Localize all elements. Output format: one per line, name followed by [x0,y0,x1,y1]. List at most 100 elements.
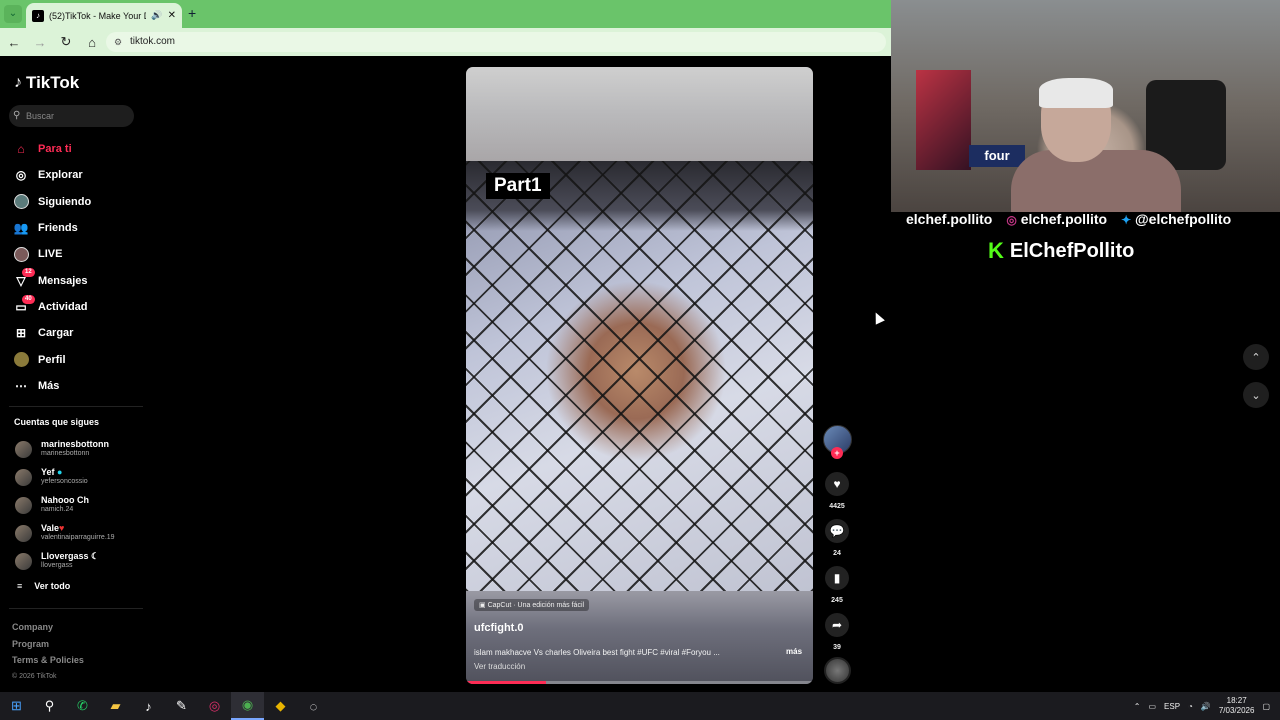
account-item[interactable]: Vale♥ valentinaiparraguirre.19 [0,519,150,547]
search-taskbar-icon[interactable]: ⚲ [33,692,66,720]
nav-item-perfil[interactable]: Perfil [0,346,150,372]
account-handle: namich.24 [41,506,74,513]
home-browser-icon[interactable]: ⌂ [80,35,104,50]
nav-item-live[interactable]: LIVE [0,241,150,267]
capcut-text: CapCut · Una edición más fácil [487,602,585,609]
more-button[interactable]: más [786,647,802,656]
account-handle: marinesbottonn [41,450,90,457]
account-item[interactable]: Llovergass ☾ llovergass [0,547,150,575]
tiktok-app-icon[interactable]: ♪ [132,692,165,720]
social-tiktok: elchef.pollito [906,211,992,227]
nav-label: Explorar [38,169,83,182]
account-handle: llovergass [41,562,73,569]
chrome-icon[interactable]: ◉ [231,692,264,720]
tab-title: (52)TikTok - Make Your Day [49,10,146,21]
scroll-up-button[interactable]: ⌃ [1243,344,1269,370]
windows-start-icon[interactable]: ⊞ [0,692,33,720]
scroll-down-button[interactable]: ⌄ [1243,382,1269,408]
account-handle: yefersoncossio [41,478,88,485]
verified-icon: ● [57,467,63,477]
home-icon: ⌂ [17,142,25,157]
pen-app-icon[interactable]: ✎ [165,692,198,720]
stream-socials: elchef.pollito ◎ elchef.pollito ✦ @elche… [891,209,1280,229]
notifications-icon[interactable]: ▢ [1262,702,1270,711]
forward-icon[interactable]: → [28,35,52,50]
nav-item-mensajes[interactable]: ▽ 12 Mensajes [0,267,150,293]
save-button[interactable]: ▮ [825,566,849,590]
video-caption-area: ▣ CapCut · Una edición más fácil ufcfigh… [466,591,813,684]
tiktok-logo[interactable]: ♪ TikTok [14,73,79,93]
nav-item-para-ti[interactable]: ⌂ Para ti [0,136,150,162]
avatar [15,440,32,458]
language-indicator[interactable]: ESP [1164,702,1180,711]
music-disc-icon[interactable] [824,657,851,684]
following-list: marinesbottonn marinesbottonn Yef ● yefers… [0,435,150,597]
file-explorer-icon[interactable]: ▰ [99,692,132,720]
nav-label: Mensajes [38,274,88,287]
account-name: marinesbottonn [41,439,110,449]
brand-name: ElChefPollito [1009,239,1135,262]
url-field[interactable]: ⚙ tiktok.com [106,32,886,52]
bookmark-icon: ▮ [833,571,841,585]
compass-icon: ◎ [15,168,27,183]
app-icon[interactable]: ◆ [264,692,297,720]
nav-label: Actividad [38,300,88,313]
site-info-icon[interactable]: ⚙ [114,32,122,52]
search-input[interactable]: ⚲ Buscar [9,105,134,127]
video-progress-bar[interactable] [466,681,813,684]
reload-icon[interactable]: ↻ [54,34,78,50]
nav-label: Cargar [38,327,74,340]
account-item[interactable]: Yef ● yefersoncossio [0,463,150,491]
account-item[interactable]: Nahooo Ch namich.24 [0,491,150,519]
video-player[interactable]: Part1 ▣ CapCut · Una edición más fácil u… [466,67,813,684]
footer-link-terms[interactable]: Terms & Policies [12,652,84,669]
see-all-button[interactable]: ≡ Ver todo [0,575,150,597]
clock-date: 7/03/2026 [1218,706,1255,715]
close-tab-icon[interactable]: ✕ [168,10,176,21]
instagram-app-icon[interactable]: ◎ [198,692,231,720]
nav-label: LIVE [38,248,63,261]
nav-item-cargar[interactable]: ⊞ Cargar [0,320,150,346]
main-nav: ⌂ Para ti ◎ Explorar Siguiendo 👥 Friends… [0,136,150,399]
footer-link-company[interactable]: Company [12,619,84,636]
volume-icon[interactable]: 🔊 [1201,702,1211,711]
network-icon[interactable]: ▭ [1148,702,1156,711]
comment-button[interactable]: 💬 [825,519,849,543]
nav-item-explorar[interactable]: ◎ Explorar [0,162,150,188]
search-icon: ⚲ [13,110,21,121]
capcut-icon: ▣ [479,602,486,609]
speaker-icon[interactable]: 🔊 [151,10,162,21]
account-item[interactable]: marinesbottonn marinesbottonn [0,435,150,463]
browser-tab-bar: ⌄ ♪ (52)TikTok - Make Your Day 🔊 ✕ + [0,0,891,28]
profile-icon [13,352,29,368]
capcut-tag[interactable]: ▣ CapCut · Una edición más fácil [474,599,590,611]
part-label: Part1 [486,173,550,199]
translate-link[interactable]: Ver traducción [474,662,525,671]
wifi-icon[interactable]: ◔ [1188,702,1193,711]
video-frame: Part1 [466,161,813,591]
share-button[interactable]: ➦ [825,613,849,637]
search-placeholder: Buscar [26,111,55,121]
nav-item-friends[interactable]: 👥 Friends [0,215,150,241]
logo-text: TikTok [26,73,80,92]
avatar [15,468,32,486]
webcam-overlay: four [891,0,1280,212]
windows-taskbar: ⊞ ⚲ ✆ ▰ ♪ ✎ ◎ ◉ ◆ ◌ ⌃ ▭ ESP ◔ 🔊 18:27 7/0… [0,692,1280,720]
tab-search-icon[interactable]: ⌄ [4,5,22,23]
social-handle: elchef.pollito [1020,211,1108,227]
whatsapp-icon[interactable]: ✆ [66,692,99,720]
back-icon[interactable]: ← [2,35,26,50]
nav-item-siguiendo[interactable]: Siguiendo [0,189,150,215]
browser-tab[interactable]: ♪ (52)TikTok - Make Your Day 🔊 ✕ [26,3,182,28]
nav-item-mas[interactable]: ⋯ Más [0,373,150,399]
new-tab-button[interactable]: + [188,5,196,21]
clock[interactable]: 18:27 7/03/2026 [1219,696,1255,716]
tray-chevron-icon[interactable]: ⌃ [1134,702,1141,711]
footer-link-program[interactable]: Program [12,636,84,653]
video-author[interactable]: ufcfight.0 [474,622,524,634]
follow-plus-icon[interactable]: + [831,447,843,459]
chevron-up-icon: ⌃ [1251,351,1261,364]
nav-item-actividad[interactable]: ▭ 40 Actividad [0,294,150,320]
like-button[interactable]: ♥ [825,472,849,496]
obs-icon[interactable]: ◌ [297,692,330,720]
